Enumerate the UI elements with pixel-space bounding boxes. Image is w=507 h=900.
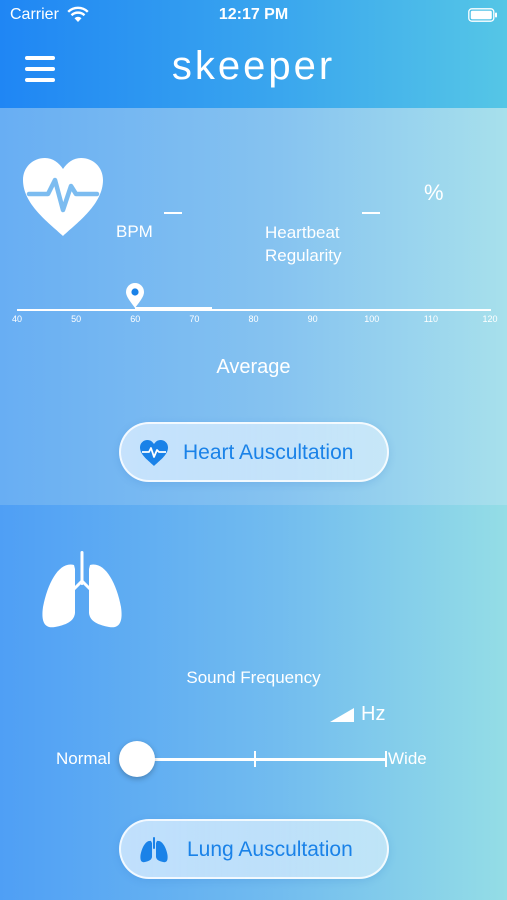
app-logo: skeeper	[171, 44, 336, 88]
scale-tick-label: 120	[482, 314, 498, 324]
scale-range	[135, 307, 212, 310]
scale-tick-label: 50	[71, 314, 82, 324]
average-label: Average	[216, 356, 291, 378]
lung-section: Sound Frequency Hz Normal Wide Lung Ausc…	[0, 505, 507, 900]
regularity-value	[362, 212, 380, 214]
clock: 12:17 PM	[218, 6, 289, 23]
bpm-label: BPM	[116, 222, 153, 241]
bpm-scale: 40 50 60 70 80 90 100 110 120	[0, 278, 507, 338]
heart-pulse-icon	[23, 158, 103, 236]
frequency-slider-track[interactable]	[137, 758, 387, 761]
scale-tick-label: 110	[423, 314, 439, 324]
battery-icon	[468, 8, 497, 22]
percent-label: %	[424, 180, 444, 205]
scale-line	[17, 309, 491, 311]
hz-unit-label: Hz	[361, 703, 386, 725]
frequency-slider-thumb[interactable]	[119, 741, 155, 777]
scale-tick-label: 80	[248, 314, 259, 324]
heart-button-label: Heart Auscultation	[183, 441, 354, 464]
heart-pulse-icon	[140, 440, 168, 466]
bpm-value	[164, 212, 182, 214]
header: Carrier 12:17 PM skeeper	[0, 0, 507, 108]
wide-label: Wide	[388, 749, 427, 768]
scale-tick-label: 100	[364, 314, 380, 324]
regularity-label: Heartbeat Regularity	[265, 223, 342, 265]
scale-tick-label: 40	[11, 314, 23, 324]
slider-end-tick	[385, 751, 387, 767]
status-bar: Carrier 12:17 PM	[0, 0, 507, 30]
scale-tick-label: 70	[189, 314, 200, 324]
scale-tick-label: 60	[130, 314, 141, 324]
sound-frequency-label: Sound Frequency	[186, 668, 321, 687]
signal-strength-icon	[330, 708, 354, 722]
lung-button-label: Lung Auscultation	[187, 838, 353, 861]
normal-label: Normal	[56, 749, 111, 768]
lung-auscultation-button[interactable]: Lung Auscultation	[119, 819, 389, 879]
lungs-icon	[140, 837, 168, 863]
heart-section: BPM Heartbeat Regularity % 40 50 60 70 80 90 1…	[0, 108, 507, 505]
heart-auscultation-button[interactable]: Heart Auscultation	[119, 422, 389, 482]
slider-mid-tick	[254, 751, 256, 767]
scale-tick-label: 90	[307, 314, 318, 324]
lungs-icon	[42, 551, 122, 628]
location-pin-icon	[126, 283, 145, 308]
app-screen: Carrier 12:17 PM skeeper BPM Heartbeat R…	[0, 0, 507, 900]
